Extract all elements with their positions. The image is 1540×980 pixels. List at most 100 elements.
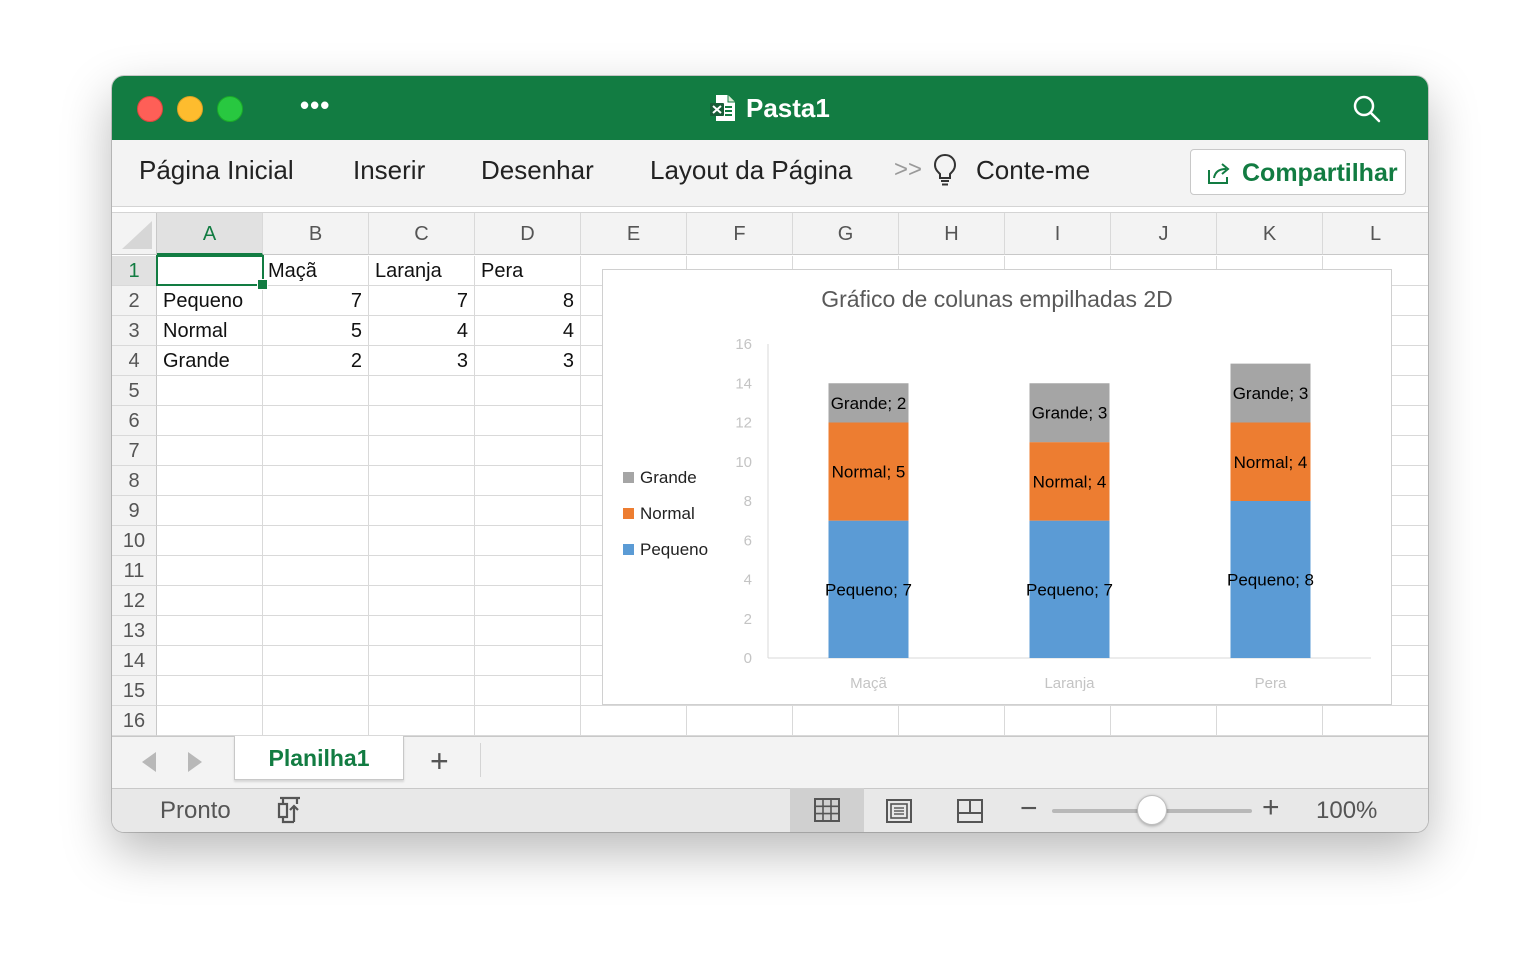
empty-cell[interactable] xyxy=(157,376,263,406)
column-header[interactable]: D xyxy=(475,213,581,255)
row-header[interactable]: 15 xyxy=(112,676,157,706)
row-header[interactable]: 3 xyxy=(112,316,157,346)
fill-handle[interactable] xyxy=(257,279,268,290)
row-header[interactable]: 4 xyxy=(112,346,157,376)
cell-b4[interactable]: 2 xyxy=(263,346,369,376)
empty-cell[interactable] xyxy=(475,496,581,526)
cell-d3[interactable]: 4 xyxy=(475,316,581,346)
empty-cell[interactable] xyxy=(157,406,263,436)
cell-a2[interactable]: Pequeno xyxy=(157,286,263,316)
empty-cell[interactable] xyxy=(157,556,263,586)
row-header[interactable]: 14 xyxy=(112,646,157,676)
row-header[interactable]: 9 xyxy=(112,496,157,526)
empty-cell[interactable] xyxy=(475,376,581,406)
share-button[interactable]: Compartilhar xyxy=(1190,149,1406,195)
more-options-icon[interactable]: ••• xyxy=(300,90,330,120)
view-normal-button[interactable] xyxy=(790,788,864,832)
zoom-in-button[interactable]: + xyxy=(1262,792,1280,824)
empty-cell[interactable] xyxy=(475,586,581,616)
column-header[interactable]: E xyxy=(581,213,687,255)
column-header[interactable]: C xyxy=(369,213,475,255)
cell-c2[interactable]: 7 xyxy=(369,286,475,316)
empty-cell[interactable] xyxy=(1323,706,1428,736)
cell-a3[interactable]: Normal xyxy=(157,316,263,346)
empty-cell[interactable] xyxy=(157,496,263,526)
empty-cell[interactable] xyxy=(475,556,581,586)
column-header[interactable]: G xyxy=(793,213,899,255)
empty-cell[interactable] xyxy=(475,616,581,646)
row-header[interactable]: 6 xyxy=(112,406,157,436)
accessibility-check-icon[interactable] xyxy=(274,794,306,826)
cell-c4[interactable]: 3 xyxy=(369,346,475,376)
search-icon[interactable] xyxy=(1352,94,1382,124)
empty-cell[interactable] xyxy=(263,706,369,736)
column-header[interactable]: A xyxy=(157,213,263,255)
empty-cell[interactable] xyxy=(157,646,263,676)
stacked-column-chart[interactable]: Gráfico de colunas empilhadas 2D 0 2 4 6 8 10… xyxy=(602,269,1392,705)
empty-cell[interactable] xyxy=(263,496,369,526)
tab-inserir[interactable]: Inserir xyxy=(353,154,425,186)
empty-cell[interactable] xyxy=(263,376,369,406)
cell-d2[interactable]: 8 xyxy=(475,286,581,316)
column-header[interactable]: B xyxy=(263,213,369,255)
row-header[interactable]: 5 xyxy=(112,376,157,406)
empty-cell[interactable] xyxy=(369,376,475,406)
zoom-level[interactable]: 100% xyxy=(1316,796,1377,826)
column-header[interactable]: H xyxy=(899,213,1005,255)
column-header[interactable]: I xyxy=(1005,213,1111,255)
cell-c3[interactable]: 4 xyxy=(369,316,475,346)
row-header[interactable]: 2 xyxy=(112,286,157,316)
cell-b1[interactable]: Maçã xyxy=(263,256,369,286)
row-header[interactable]: 11 xyxy=(112,556,157,586)
column-header[interactable]: L xyxy=(1323,213,1428,255)
tab-layout-da-pagina[interactable]: Layout da Página xyxy=(650,154,852,186)
empty-cell[interactable] xyxy=(369,676,475,706)
empty-cell[interactable] xyxy=(263,676,369,706)
page-layout-view-icon[interactable] xyxy=(885,797,913,825)
empty-cell[interactable] xyxy=(263,556,369,586)
empty-cell[interactable] xyxy=(687,706,793,736)
empty-cell[interactable] xyxy=(475,436,581,466)
worksheet-grid[interactable]: A B C D E F G H I J K L 1 2 3 4 5 6 7 8 … xyxy=(112,212,1428,737)
empty-cell[interactable] xyxy=(475,646,581,676)
scroll-sheets-left-icon[interactable] xyxy=(142,752,156,772)
empty-cell[interactable] xyxy=(1111,706,1217,736)
cell-b3[interactable]: 5 xyxy=(263,316,369,346)
minimize-button[interactable] xyxy=(177,96,203,122)
empty-cell[interactable] xyxy=(475,676,581,706)
zoom-slider-knob[interactable] xyxy=(1137,795,1167,825)
tell-me-search[interactable]: Conte-me xyxy=(976,154,1090,186)
sheet-tab-planilha1[interactable]: Planilha1 xyxy=(234,736,404,780)
row-header[interactable]: 1 xyxy=(112,256,157,286)
add-sheet-button[interactable]: + xyxy=(430,743,449,779)
empty-cell[interactable] xyxy=(157,676,263,706)
row-header[interactable]: 8 xyxy=(112,466,157,496)
empty-cell[interactable] xyxy=(369,616,475,646)
empty-cell[interactable] xyxy=(1217,706,1323,736)
cell-d4[interactable]: 3 xyxy=(475,346,581,376)
row-header[interactable]: 13 xyxy=(112,616,157,646)
row-header[interactable]: 7 xyxy=(112,436,157,466)
empty-cell[interactable] xyxy=(263,466,369,496)
chevron-double-right-icon[interactable]: >> xyxy=(894,154,922,186)
close-button[interactable] xyxy=(137,96,163,122)
column-header[interactable]: J xyxy=(1111,213,1217,255)
empty-cell[interactable] xyxy=(793,706,899,736)
column-header[interactable]: K xyxy=(1217,213,1323,255)
empty-cell[interactable] xyxy=(157,436,263,466)
empty-cell[interactable] xyxy=(369,646,475,676)
empty-cell[interactable] xyxy=(263,436,369,466)
empty-cell[interactable] xyxy=(369,436,475,466)
empty-cell[interactable] xyxy=(263,526,369,556)
empty-cell[interactable] xyxy=(263,646,369,676)
row-header[interactable]: 12 xyxy=(112,586,157,616)
empty-cell[interactable] xyxy=(475,706,581,736)
page-break-preview-icon[interactable] xyxy=(956,797,984,825)
empty-cell[interactable] xyxy=(475,466,581,496)
empty-cell[interactable] xyxy=(581,706,687,736)
tab-pagina-inicial[interactable]: Página Inicial xyxy=(139,154,294,186)
empty-cell[interactable] xyxy=(157,706,263,736)
empty-cell[interactable] xyxy=(263,616,369,646)
row-header[interactable]: 16 xyxy=(112,706,157,736)
empty-cell[interactable] xyxy=(157,526,263,556)
